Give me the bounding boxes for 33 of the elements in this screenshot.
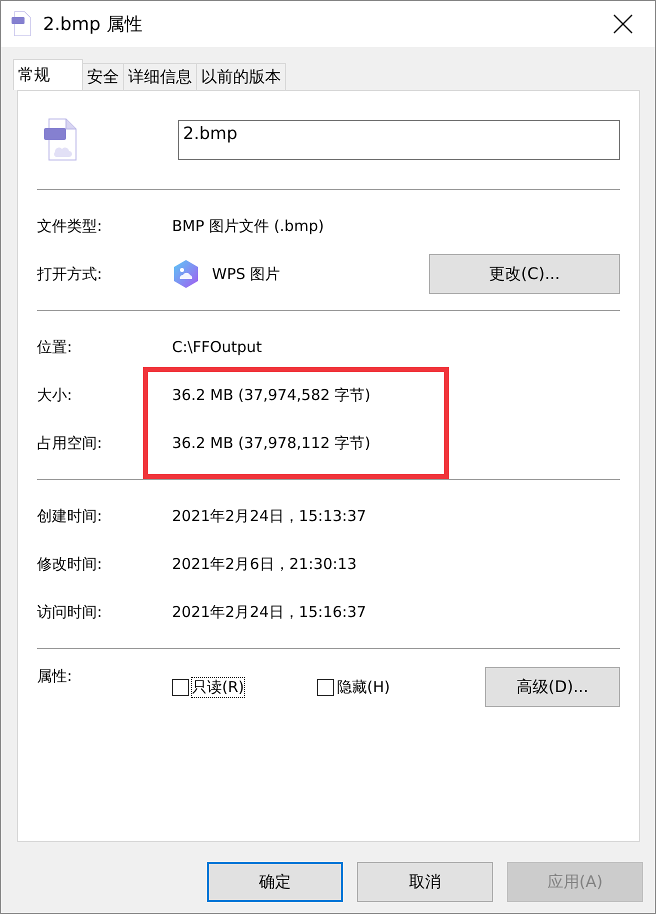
checkbox[interactable] — [317, 678, 334, 696]
field-label: 修改时间: — [37, 554, 104, 574]
field-label: 创建时间: — [37, 506, 104, 526]
image-file-icon — [11, 11, 31, 37]
field-label: 位置: — [37, 338, 74, 356]
image-file-icon — [43, 118, 77, 162]
window-title: 2.bmp 属性 — [43, 13, 144, 36]
field-label: 大小: — [37, 386, 74, 404]
field-label: 属性: — [37, 667, 74, 686]
checkbox[interactable] — [172, 678, 189, 696]
field-value: WPS 图片 — [212, 264, 282, 284]
field-value: 36.2 MB (37,978,112 字节) — [172, 434, 371, 452]
dialog-button[interactable]: 确定 — [207, 862, 343, 902]
close-icon[interactable] — [613, 14, 633, 34]
field-value: 36.2 MB (37,974,582 字节) — [172, 386, 371, 404]
field-value: C:\FFOutput — [172, 338, 262, 356]
field-value: 2021年2月24日，15:13:37 — [172, 506, 366, 526]
field-label: 文件类型: — [37, 216, 104, 236]
tab[interactable]: 以前的版本 — [196, 63, 286, 90]
cloud-picture-app-icon — [172, 259, 200, 289]
field-value: 2021年2月24日，15:16:37 — [172, 602, 366, 622]
change-button[interactable]: 更改(C)... — [429, 254, 620, 294]
field-value: 2021年2月6日，21:30:13 — [172, 554, 357, 574]
name-field[interactable]: 2.bmp — [178, 120, 620, 160]
checkbox-label[interactable]: 隐藏(H) — [337, 678, 390, 696]
dialog-button[interactable]: 取消 — [357, 862, 493, 902]
field-label: 占用空间: — [37, 434, 104, 452]
checkbox-label[interactable]: 只读(R) — [192, 678, 244, 696]
advanced-button[interactable]: 高级(D)... — [484, 667, 620, 707]
tab[interactable]: 常规 — [13, 59, 83, 90]
field-value: BMP 图片文件 (.bmp) — [172, 216, 324, 236]
field-label: 打开方式: — [37, 264, 104, 284]
field-label: 访问时间: — [37, 602, 104, 622]
